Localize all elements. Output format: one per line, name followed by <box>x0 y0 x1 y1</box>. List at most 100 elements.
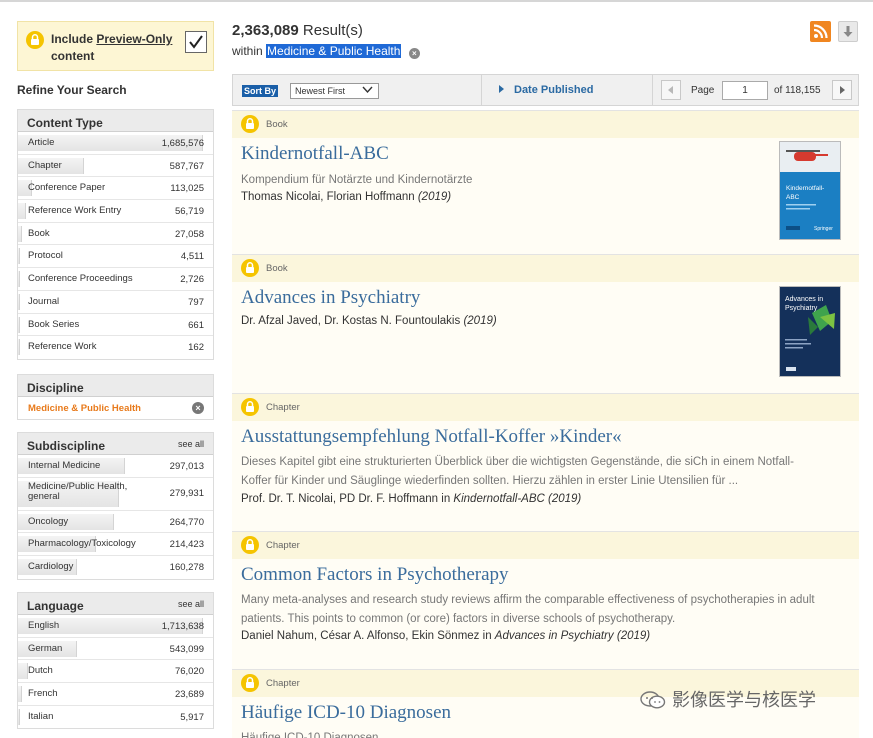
results-count: 2,363,089 Result(s) <box>232 22 363 39</box>
facet-row[interactable]: German 543,099 <box>18 638 213 661</box>
facet-count-bar <box>18 339 20 356</box>
facet-row[interactable]: Internal Medicine 297,013 <box>18 455 213 478</box>
result-authors: Prof. Dr. T. Nicolai, PD Dr. F. Hoffmann… <box>241 493 581 505</box>
facet-row[interactable]: Reference Work Entry 56,719 <box>18 200 213 223</box>
sort-by-label: Sort By <box>242 85 279 97</box>
facet-row[interactable]: Book Series 661 <box>18 314 213 337</box>
author-names[interactable]: Prof. Dr. T. Nicolai, PD Dr. F. Hoffmann <box>241 493 438 505</box>
facet-row-count: 297,013 <box>169 461 204 472</box>
arrow-left-icon <box>668 86 673 94</box>
in-label: in <box>441 493 451 505</box>
facet-row-count: 543,099 <box>169 643 204 655</box>
result-subtitle: Kompendium für Notärzte und Kindernotärz… <box>241 174 473 186</box>
facet-row[interactable]: Italian 5,917 <box>18 706 213 729</box>
facet-row-label: Conference Paper <box>28 182 106 194</box>
rss-feed-button[interactable] <box>810 21 831 42</box>
results-count-number: 2,363,089 <box>232 22 299 39</box>
page-number-input[interactable]: 1 <box>722 81 768 100</box>
facet-row-label: Cardiology <box>28 561 74 573</box>
preview-only-checkbox[interactable] <box>185 31 207 53</box>
subdiscipline-header: Subdiscipline see all <box>18 433 213 455</box>
result-authors: Daniel Nahum, César A. Alfonso, Ekin Sön… <box>241 630 650 642</box>
result-source-link[interactable]: Kindernotfall-ABC (2019) <box>453 493 581 505</box>
result-body: Common Factors in Psychotherapy Many met… <box>232 559 859 669</box>
facet-row[interactable]: Chapter 587,767 <box>18 155 213 178</box>
facet-row-count: 23,689 <box>174 689 204 701</box>
subdiscipline-see-all-link[interactable]: see all <box>178 439 204 449</box>
facet-row[interactable]: Book 27,058 <box>18 223 213 246</box>
facet-title: Discipline <box>27 381 84 395</box>
facet-row-label: Article <box>28 137 55 148</box>
next-page-button[interactable] <box>832 80 852 100</box>
facet-row[interactable]: Reference Work 162 <box>18 336 213 359</box>
facet-row[interactable]: Article 1,685,576 <box>18 132 213 155</box>
facet-row-label: Protocol <box>28 250 63 262</box>
facet-row-count: 27,058 <box>174 228 204 240</box>
result-type-label: Chapter <box>266 678 300 689</box>
refine-search-heading: Refine Your Search <box>17 83 127 97</box>
facet-row-label: Book Series <box>28 318 80 330</box>
results-count-suffix: Result(s) <box>302 22 363 39</box>
result-type-label: Book <box>266 119 288 130</box>
result-title-link[interactable]: Ausstattungsempfehlung Notfall-Koffer »K… <box>241 426 622 448</box>
within-discipline-link[interactable]: Medicine & Public Health <box>266 44 402 58</box>
cover-title-1: Advances in <box>785 296 823 303</box>
result-title-link[interactable]: Advances in Psychiatry <box>241 287 420 309</box>
facet-row-label: German <box>28 642 63 654</box>
sort-select[interactable]: Newest First <box>290 83 379 99</box>
facet-row[interactable]: Journal 797 <box>18 291 213 314</box>
facet-row[interactable]: Conference Proceedings 2,726 <box>18 268 213 291</box>
discipline-selected[interactable]: Medicine & Public Health × <box>18 397 213 419</box>
divider <box>652 75 653 105</box>
result-type-label: Chapter <box>266 540 300 551</box>
facet-row-count: 1,713,638 <box>161 621 204 632</box>
preview-only-toggle[interactable]: Include Preview-Only content <box>17 21 214 71</box>
lock-icon <box>26 31 44 54</box>
facet-count-bar <box>18 316 20 333</box>
result-body: Ausstattungsempfehlung Notfall-Koffer »K… <box>232 421 859 531</box>
sort-bar: Sort By Newest First Date Published Page… <box>232 74 859 106</box>
facet-row-label: Conference Proceedings <box>28 273 133 285</box>
facet-row[interactable]: English 1,713,638 <box>18 615 213 638</box>
date-published-filter[interactable]: Date Published <box>499 84 593 96</box>
facet-row[interactable]: Protocol 4,511 <box>18 245 213 269</box>
facet-row-label: Reference Work Entry <box>28 205 122 217</box>
facet-row-label: Medicine/Public Health, general <box>28 480 128 502</box>
lock-icon <box>241 398 259 421</box>
result-snippet: Dieses Kapitel gibt eine strukturierten … <box>241 456 794 487</box>
book-cover-image[interactable]: Advances in Psychiatry <box>779 286 841 377</box>
author-names[interactable]: Thomas Nicolai, Florian Hoffmann <box>241 191 415 203</box>
result-type-label: Book <box>266 263 288 274</box>
facet-count-bar <box>18 248 20 265</box>
result-authors: Dr. Afzal Javed, Dr. Kostas N. Fountoula… <box>241 315 497 327</box>
facet-row[interactable]: French 23,689 <box>18 683 213 706</box>
book-cover-image[interactable]: Kindernotfall- ABC Springer <box>779 141 841 240</box>
facet-row[interactable]: Pharmacology/Toxicology 214,423 <box>18 533 213 557</box>
result-body: Advances in Psychiatry Dr. Afzal Javed, … <box>232 282 859 393</box>
author-names[interactable]: Dr. Afzal Javed, Dr. Kostas N. Fountoula… <box>241 315 460 327</box>
result-type-band: Chapter <box>232 394 859 421</box>
facet-row-count: 587,767 <box>169 160 204 172</box>
lock-icon <box>241 536 259 559</box>
facet-row[interactable]: Cardiology 160,278 <box>18 556 213 579</box>
language-see-all-link[interactable]: see all <box>178 599 204 609</box>
facet-row[interactable]: Medicine/Public Health, general 279,931 <box>18 478 213 511</box>
download-results-button[interactable] <box>838 21 858 42</box>
result-title-link[interactable]: Kindernotfall-ABC <box>241 143 389 165</box>
top-border <box>0 0 873 2</box>
author-names[interactable]: Daniel Nahum, César A. Alfonso, Ekin Sön… <box>241 630 479 642</box>
result-source-link[interactable]: Advances in Psychiatry (2019) <box>495 630 650 642</box>
facet-row[interactable]: Conference Paper 113,025 <box>18 177 213 201</box>
facet-row-label: Internal Medicine <box>28 460 101 471</box>
remove-filter-icon[interactable]: × <box>408 48 420 59</box>
result-card: Chapter Ausstattungsempfehlung Notfall-K… <box>232 393 859 531</box>
facet-row[interactable]: Oncology 264,770 <box>18 511 213 534</box>
prev-page-button[interactable] <box>661 80 681 100</box>
facet-row[interactable]: Dutch 76,020 <box>18 660 213 684</box>
result-title-link[interactable]: Common Factors in Psychotherapy <box>241 564 509 586</box>
result-title-link[interactable]: Häufige ICD-10 Diagnosen <box>241 702 451 724</box>
facet-row-label: Italian <box>28 710 54 722</box>
facet-row-count: 162 <box>188 342 204 354</box>
facet-count-bar <box>18 686 22 703</box>
remove-discipline-icon[interactable]: × <box>192 402 204 414</box>
